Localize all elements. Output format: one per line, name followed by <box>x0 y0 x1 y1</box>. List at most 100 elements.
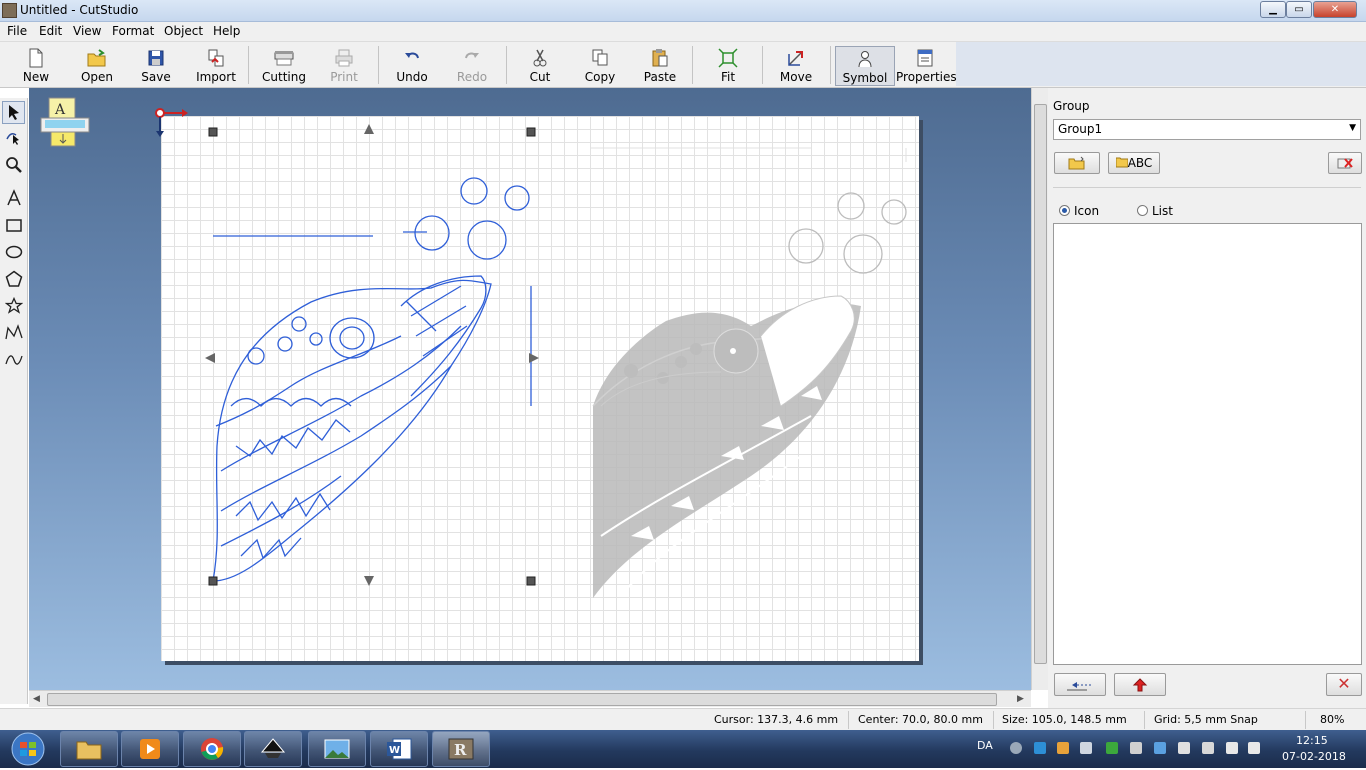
undo-button[interactable]: Undo <box>386 46 438 86</box>
clock-date[interactable]: 07-02-2018 <box>1282 750 1346 763</box>
place-symbol-button[interactable] <box>1114 673 1166 696</box>
vertical-scrollbar[interactable] <box>1031 88 1048 690</box>
print-button[interactable]: Print <box>318 46 370 86</box>
toolbar-separator <box>248 46 249 84</box>
handle-bottom-left[interactable] <box>208 576 218 586</box>
menu-edit[interactable]: Edit <box>39 24 62 38</box>
taskbar-chrome[interactable] <box>183 731 241 767</box>
explorer-icon <box>76 741 102 760</box>
fit-button[interactable]: Fit <box>702 46 754 86</box>
selected-graphic[interactable] <box>212 177 532 582</box>
taskbar-inkscape[interactable] <box>244 731 302 767</box>
menu-view[interactable]: View <box>73 24 101 38</box>
handle-top-left[interactable] <box>208 127 218 137</box>
rename-group-button[interactable]: ABC <box>1108 152 1160 174</box>
handle-bottom-right[interactable] <box>526 576 536 586</box>
star-tool[interactable] <box>2 296 25 319</box>
handle-bottom-middle[interactable] <box>364 576 374 586</box>
origin-marker-icon <box>155 108 189 141</box>
group-dropdown[interactable]: Group1 ▼ <box>1053 119 1361 140</box>
toolbar-separator <box>692 46 693 84</box>
drawing-toolbox <box>0 98 28 704</box>
arrow-up-icon <box>1132 678 1148 692</box>
symbol-list[interactable] <box>1053 223 1362 665</box>
artwork-canvas[interactable] <box>161 116 919 661</box>
menu-help[interactable]: Help <box>213 24 240 38</box>
maximize-button[interactable]: ▭ <box>1286 1 1312 18</box>
taskbar-photo-viewer[interactable] <box>308 731 366 767</box>
import-button[interactable]: Import <box>190 46 242 86</box>
tray-icon-6[interactable] <box>1130 742 1142 754</box>
power-icon[interactable] <box>1202 742 1214 754</box>
zoom-tool[interactable] <box>2 155 25 178</box>
handle-top-right[interactable] <box>526 127 536 137</box>
cut-label: Cut <box>529 70 551 84</box>
word-icon: W <box>387 738 412 760</box>
center-position: Center: 70.0, 80.0 mm <box>858 713 983 726</box>
redo-button[interactable]: Redo <box>446 46 498 86</box>
media-sheet[interactable] <box>161 116 919 661</box>
menu-format[interactable]: Format <box>112 24 154 38</box>
new-label: New <box>22 70 50 84</box>
cutting-button[interactable]: Cutting <box>256 46 312 86</box>
tray-icon-7[interactable] <box>1154 742 1166 754</box>
svg-text:W: W <box>389 745 400 756</box>
close-button[interactable]: ✕ <box>1313 1 1357 18</box>
start-button[interactable] <box>4 731 52 767</box>
text-tool[interactable] <box>2 188 25 211</box>
delete-symbol-button[interactable]: ✕ <box>1326 673 1362 696</box>
handle-top-middle[interactable] <box>364 124 374 134</box>
tray-icon-3[interactable] <box>1057 742 1069 754</box>
ellipse-tool[interactable] <box>2 242 25 265</box>
view-icon-radio[interactable]: Icon <box>1059 204 1099 218</box>
tray-icon-4[interactable] <box>1080 742 1092 754</box>
selection-handles[interactable] <box>205 124 539 586</box>
edit-points-tool[interactable] <box>2 128 25 151</box>
handle-middle-left[interactable] <box>205 353 215 363</box>
taskbar-media-player[interactable] <box>121 731 179 767</box>
taskbar-cutstudio[interactable]: R <box>432 731 490 767</box>
vertical-scroll-thumb[interactable] <box>1034 104 1047 664</box>
object-size: Size: 105.0, 148.5 mm <box>1002 713 1127 726</box>
cutting-plotter-icon <box>274 51 294 66</box>
scroll-left-icon[interactable]: ◀ <box>33 694 40 704</box>
new-button[interactable]: New <box>10 46 62 86</box>
handle-middle-right[interactable] <box>529 353 539 363</box>
tray-icon-5[interactable] <box>1106 742 1118 754</box>
delete-group-button[interactable] <box>1328 152 1362 174</box>
save-button[interactable]: Save <box>130 46 182 86</box>
clock-time[interactable]: 12:15 <box>1296 734 1328 747</box>
new-group-button[interactable] <box>1054 152 1100 174</box>
minimize-button[interactable]: ▁ <box>1260 1 1286 18</box>
volume-icon[interactable] <box>1248 742 1260 754</box>
properties-button[interactable]: Properties <box>896 46 957 86</box>
menu-file[interactable]: File <box>7 24 27 38</box>
open-button[interactable]: Open <box>70 46 124 86</box>
polygon-tool[interactable] <box>2 269 25 292</box>
select-tool[interactable] <box>2 101 25 124</box>
symbol-button[interactable]: Symbol <box>835 46 895 86</box>
workspace[interactable]: A <box>29 88 1031 690</box>
scroll-right-icon[interactable]: ▶ <box>1017 694 1024 704</box>
copy-button[interactable]: Copy <box>574 46 626 86</box>
cut-button[interactable]: Cut <box>514 46 566 86</box>
rectangle-tool[interactable] <box>2 215 25 238</box>
group-dropdown-value: Group1 <box>1058 122 1103 136</box>
taskbar-word[interactable]: W <box>370 731 428 767</box>
action-center-flag-icon[interactable] <box>1178 742 1190 754</box>
tray-icon-1[interactable] <box>1010 742 1022 754</box>
polyline-tool[interactable] <box>2 323 25 346</box>
curve-tool[interactable] <box>2 350 25 373</box>
taskbar-explorer[interactable] <box>60 731 118 767</box>
move-button[interactable]: Move <box>770 46 822 86</box>
paste-button[interactable]: Paste <box>634 46 686 86</box>
copy-label: Copy <box>584 70 616 84</box>
view-list-radio[interactable]: List <box>1137 204 1173 218</box>
horizontal-scrollbar[interactable]: ◀ ▶ <box>29 690 1031 707</box>
add-symbol-button[interactable] <box>1054 673 1106 696</box>
keyboard-language[interactable]: DA <box>977 739 993 752</box>
horizontal-scroll-thumb[interactable] <box>47 693 997 706</box>
network-signal-icon[interactable] <box>1226 742 1238 754</box>
menu-object[interactable]: Object <box>164 24 203 38</box>
tray-icon-2[interactable] <box>1034 742 1046 754</box>
